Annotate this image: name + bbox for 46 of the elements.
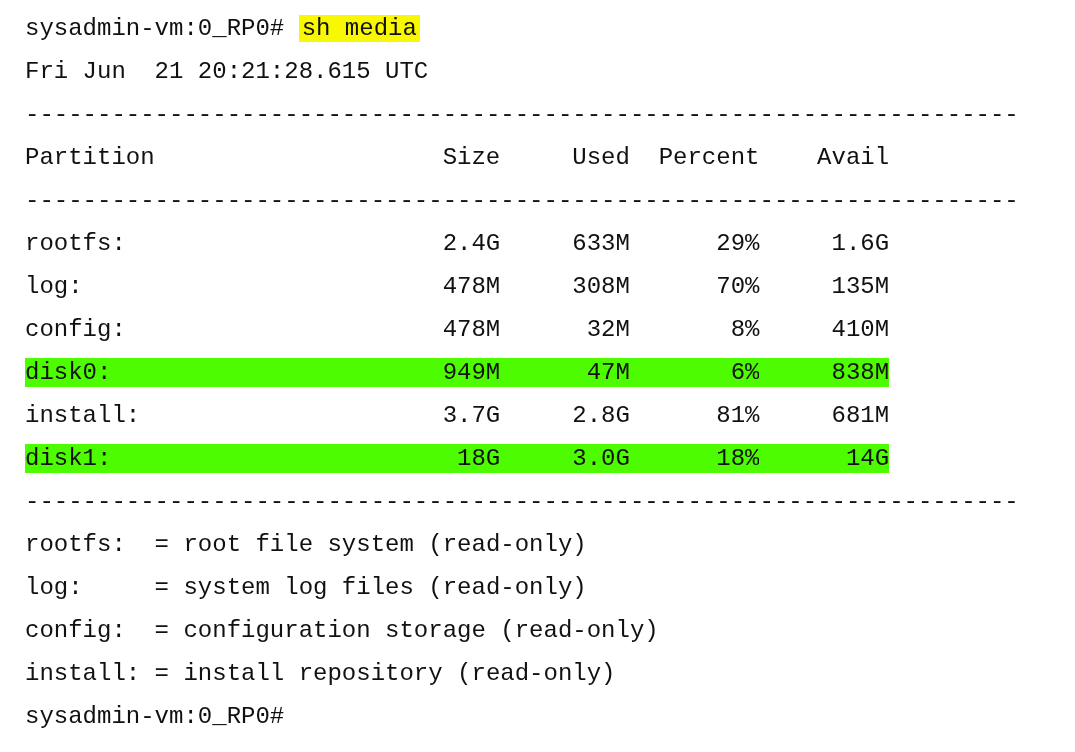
table-cell: 18G <box>385 444 501 473</box>
table-cell-text: 308M <box>571 272 630 301</box>
table-cell-text: 478M <box>441 272 501 301</box>
table-cell: disk0: <box>25 358 386 387</box>
table-cell-text: 2.8G <box>571 401 630 430</box>
legend-text: rootfs: = root file system (read-only) <box>25 531 587 558</box>
legend-text: install: = install repository (read-only) <box>25 660 616 687</box>
table-cell-text: 70% <box>715 272 760 301</box>
table-cell-text: 681M <box>830 401 890 430</box>
command-text: sh media <box>298 15 420 42</box>
table-cell-text: 135M <box>830 272 890 301</box>
table-cell: 18% <box>629 444 760 473</box>
table-cell-text: log: <box>25 272 84 301</box>
table-cell: disk1: <box>25 444 386 473</box>
separator-line: --------------------------------------------------------------------- <box>25 101 1019 128</box>
prompt-text: sysadmin-vm:0_RP0# <box>25 15 285 42</box>
table-cell: 14G <box>759 444 890 473</box>
table-cell-text: 32M <box>585 315 630 344</box>
table-cell-text: config: <box>25 315 127 344</box>
table-cell-text: install: <box>25 401 142 430</box>
table-cell: 3.0G <box>500 444 630 473</box>
column-header: Avail <box>816 144 890 171</box>
separator-line: --------------------------------------------------------------------- <box>25 187 1019 214</box>
table-cell: 47M <box>500 358 630 387</box>
table-cell: 6% <box>629 358 760 387</box>
table-cell-text: 410M <box>830 315 890 344</box>
table-cell-text: 2.4G <box>441 229 501 258</box>
column-header: Used <box>571 144 630 171</box>
column-header: Percent <box>657 144 760 171</box>
table-cell-text: 29% <box>715 229 760 258</box>
table-cell-text: 633M <box>571 229 630 258</box>
table-cell-text: 81% <box>715 401 760 430</box>
table-cell-text: 3.7G <box>441 401 501 430</box>
table-cell: 838M <box>759 358 890 387</box>
timestamp-text: Fri Jun 21 20:21:28.615 UTC <box>25 58 429 85</box>
legend-text: config: = configuration storage (read-only) <box>25 617 659 644</box>
column-header: Size <box>441 144 501 171</box>
table-cell: 949M <box>385 358 501 387</box>
table-cell-text: 8% <box>729 315 760 344</box>
table-cell-text: rootfs: <box>25 229 127 258</box>
table-cell-text: 1.6G <box>830 229 890 258</box>
separator-line: --------------------------------------------------------------------- <box>25 488 1019 515</box>
prompt-text: sysadmin-vm:0_RP0# <box>25 703 285 730</box>
table-cell-text: 478M <box>441 315 501 344</box>
column-header: Partition <box>25 144 156 171</box>
legend-text: log: = system log files (read-only) <box>25 574 587 601</box>
